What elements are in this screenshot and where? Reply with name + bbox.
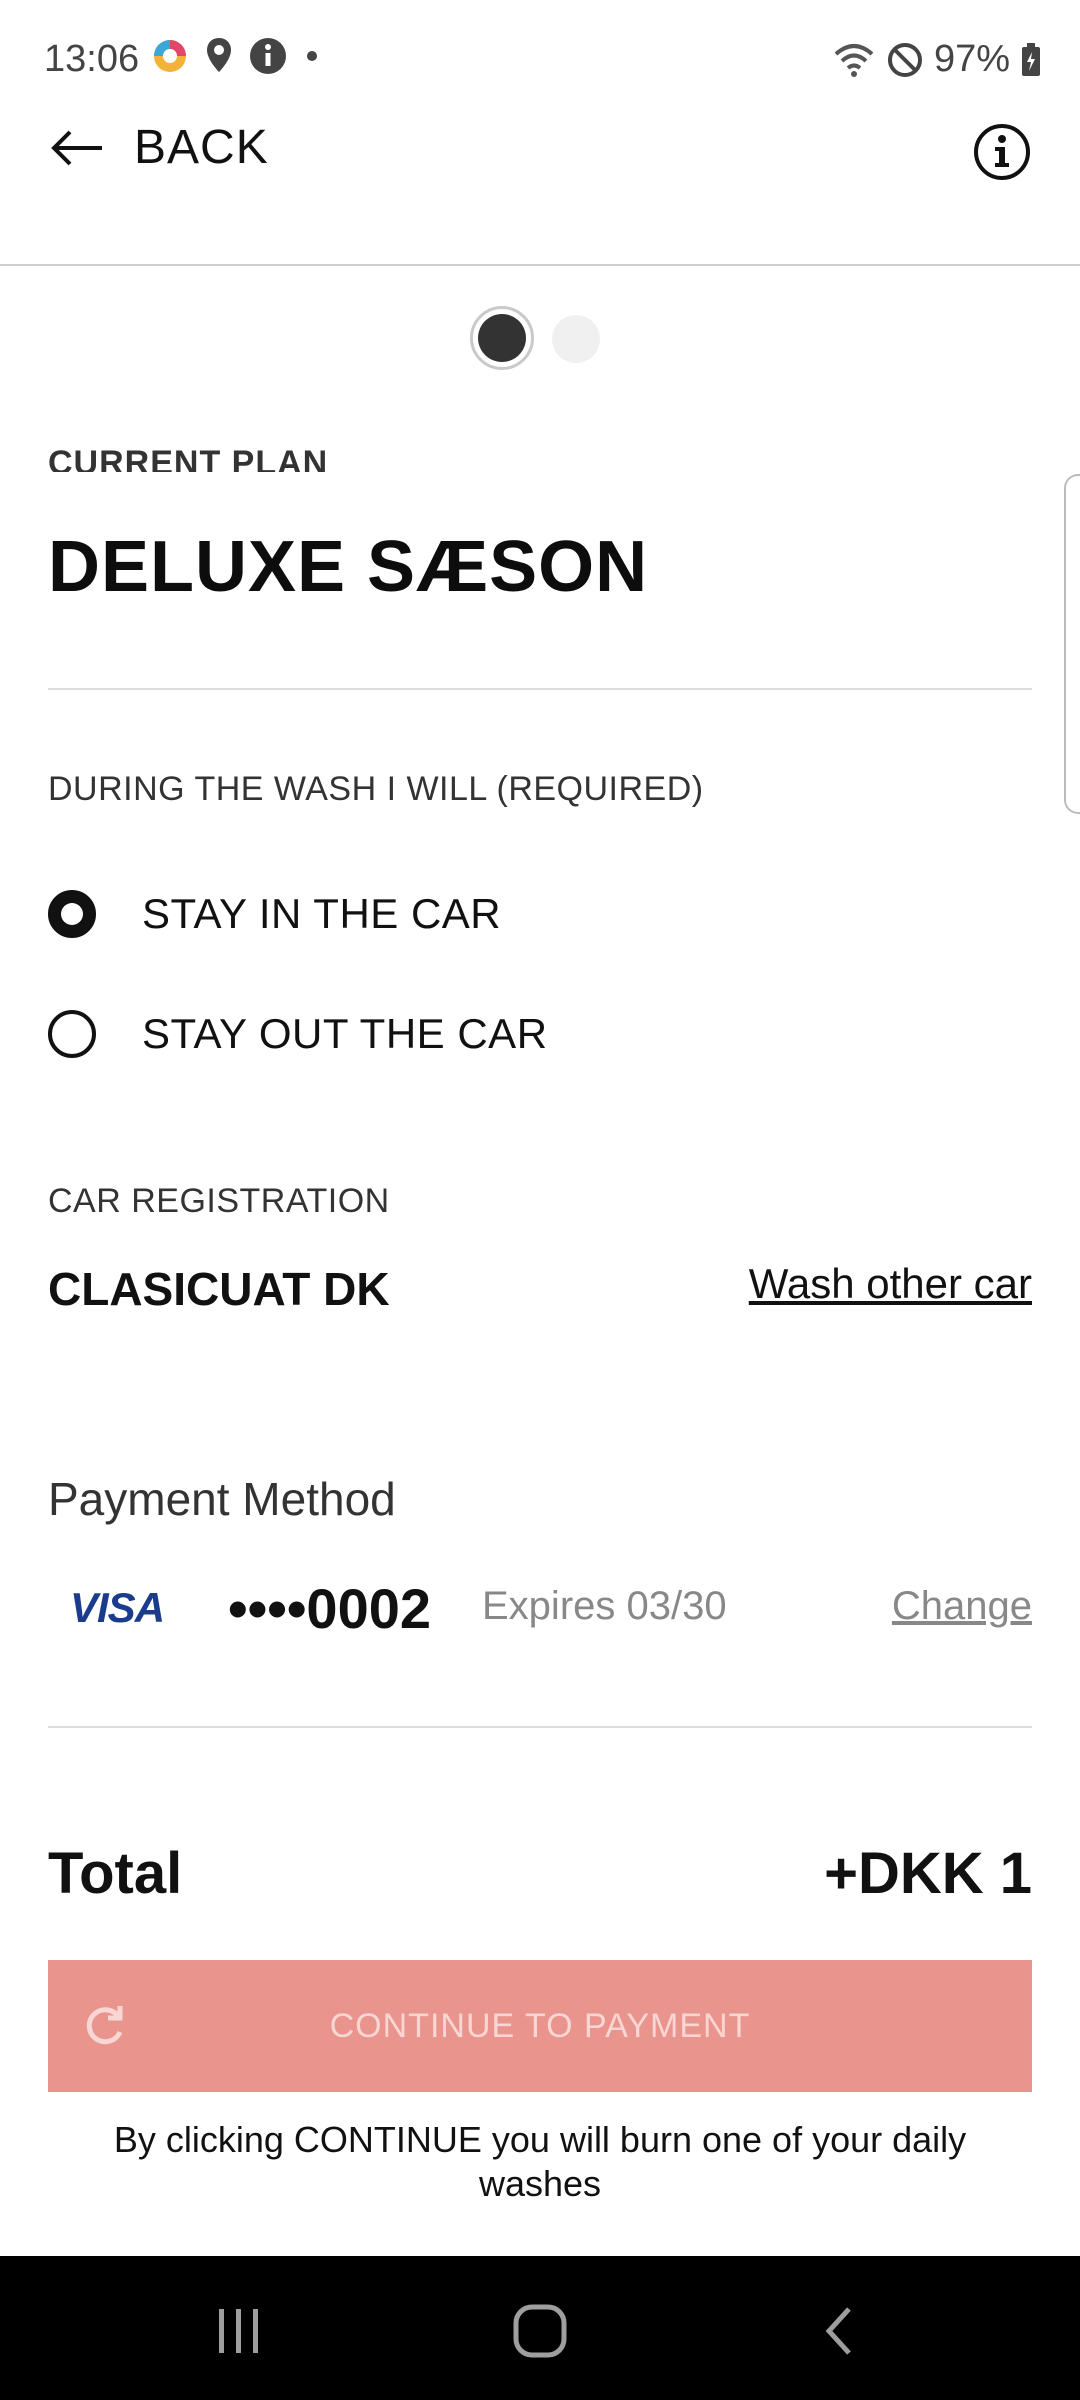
back-arrow-icon [51,130,102,165]
radio-stay-in-car[interactable]: STAY IN THE CAR [48,890,501,938]
status-icons [150,36,322,76]
wash-option-label: DURING THE WASH I WILL (REQUIRED) [48,770,704,808]
car-registration-label: CAR REGISTRATION [48,1182,390,1220]
visa-logo: VISA [70,1584,165,1631]
info-button[interactable] [972,122,1032,182]
car-registration-value: CLASICUAT DK [48,1263,390,1315]
do-not-disturb-icon [887,42,922,77]
recent-apps-button[interactable] [204,2296,274,2366]
wifi-icon [834,43,874,77]
change-payment-link[interactable]: Change [892,1584,1032,1629]
info-notification-icon [250,38,286,74]
refresh-icon [86,2006,123,2045]
card-expiry: Expires 03/30 [482,1584,727,1628]
app-notification-icon [154,40,186,72]
radio-stay-out-car[interactable]: STAY OUT THE CAR [48,1010,548,1058]
total-label: Total [48,1841,183,1906]
dot-icon [307,51,317,61]
system-navigation-bar [0,2256,1080,2400]
wash-other-car-link[interactable]: Wash other car [749,1260,1032,1308]
total-value: +DKK 1 [824,1841,1032,1906]
back-chevron-icon [825,2307,851,2355]
divider [48,1726,1032,1728]
radio-label: STAY OUT THE CAR [142,1010,548,1057]
back-label: BACK [134,121,269,174]
status-right: 97% [832,38,1042,81]
radio-button-unchecked[interactable] [48,1010,96,1058]
info-icon [974,124,1030,180]
header-divider [0,264,1080,266]
disclaimer-text: By clicking CONTINUE you will burn one o… [113,2119,967,2204]
payment-method-title: Payment Method [48,1473,396,1525]
home-button[interactable] [505,2296,575,2366]
radio-button-checked[interactable] [48,890,96,938]
continue-to-payment-label: CONTINUE TO PAYMENT [329,2006,751,2045]
battery-percent: 97% [933,38,1010,80]
plan-name: DELUXE SÆSON [48,527,649,607]
back-button[interactable]: BACK [48,120,269,175]
divider [48,688,1032,690]
scroll-handle[interactable] [1064,474,1080,814]
current-plan-label: CURRENT PLAN [48,444,329,472]
pager-dot-inactive[interactable] [552,315,600,363]
home-icon [513,2304,567,2358]
card-number: ••••0002 [228,1577,431,1640]
battery-icon [1022,42,1040,76]
back-nav-button[interactable] [806,2296,876,2366]
continue-to-payment-button[interactable]: CONTINUE TO PAYMENT [48,1960,1032,2092]
status-time: 13:06 [44,38,140,80]
radio-label: STAY IN THE CAR [142,890,502,937]
recent-apps-icon [219,2309,258,2353]
location-icon [207,38,231,72]
pager-dot-active[interactable] [470,306,534,370]
